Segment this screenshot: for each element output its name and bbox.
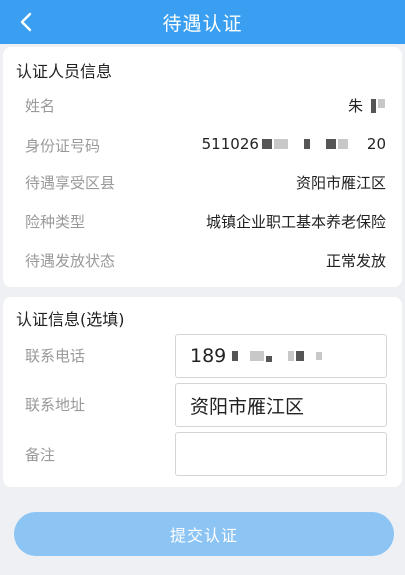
name-value: 朱	[348, 95, 386, 116]
name-mask-2	[378, 98, 385, 108]
name-text: 朱	[347, 97, 363, 115]
auth-section-title: 认证信息(选填)	[16, 310, 125, 329]
id-mask	[273, 139, 288, 149]
personal-info-card: 认证人员信息 姓名 朱 身份证号码 511026 20 待遇享受区县 资阳市雁江…	[3, 47, 402, 287]
phone-mask	[316, 352, 323, 360]
phone-mask	[232, 351, 239, 361]
insurance-type-label: 险种类型	[25, 213, 86, 231]
remark-label: 备注	[25, 446, 56, 464]
id-mask	[325, 139, 336, 149]
nav-bar: 待遇认证	[0, 0, 405, 44]
name-label: 姓名	[25, 97, 56, 115]
page-title: 待遇认证	[162, 12, 243, 35]
payment-status-label: 待遇发放状态	[25, 252, 116, 270]
phone-mask	[266, 356, 273, 362]
district-value: 资阳市雁江区	[295, 174, 386, 192]
personal-section-title: 认证人员信息	[16, 62, 113, 81]
chevron-left-icon	[20, 12, 32, 32]
insurance-type-value: 城镇企业职工基本养老保险	[205, 213, 386, 231]
phone-label: 联系电话	[25, 347, 86, 365]
back-button[interactable]	[12, 8, 40, 36]
phone-mask	[288, 351, 295, 361]
phone-prefix: 189	[190, 345, 227, 367]
auth-info-card: 认证信息(选填) 联系电话 189 联系地址 资阳市雁江区 备注	[3, 297, 402, 487]
id-suffix: 20	[366, 135, 386, 153]
id-value: 511026 20	[202, 135, 386, 153]
payment-status-value: 正常发放	[325, 252, 386, 270]
remark-input[interactable]	[175, 432, 387, 476]
address-label: 联系地址	[25, 396, 86, 414]
district-label: 待遇享受区县	[25, 174, 116, 192]
address-input[interactable]: 资阳市雁江区	[175, 383, 387, 427]
id-mask	[303, 139, 310, 149]
id-mask	[337, 139, 348, 149]
id-mask	[261, 139, 272, 149]
id-prefix: 511026	[201, 135, 259, 153]
phone-mask	[250, 351, 265, 361]
name-mask	[371, 98, 376, 113]
submit-button[interactable]: 提交认证	[14, 512, 394, 556]
phone-input[interactable]: 189	[175, 334, 387, 378]
id-label: 身份证号码	[25, 137, 101, 155]
phone-mask	[296, 351, 305, 361]
